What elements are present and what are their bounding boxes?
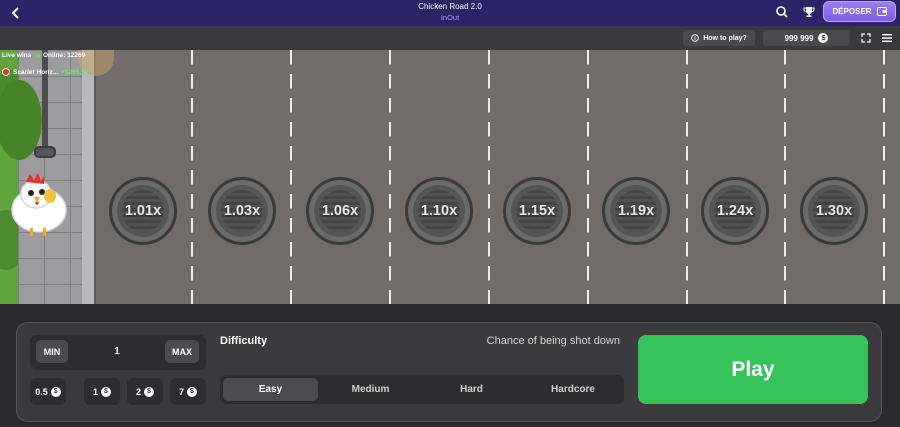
quick-bet-chip[interactable]: 2 $ [127, 378, 163, 405]
winner-name: Scarlet Horiz... [13, 68, 59, 76]
live-wins-label: Live wins [2, 52, 32, 59]
deposit-button[interactable]: DÉPOSER [823, 1, 896, 22]
deposit-label: DÉPOSER [832, 7, 872, 16]
multiplier-tile[interactable]: 1.19x [602, 177, 670, 245]
menu-button[interactable] [880, 31, 894, 45]
game-road: 1.01x 1.03x 1.06x 1.10x 1.15x 1.19x 1.24… [0, 50, 900, 304]
play-button[interactable]: Play [638, 335, 868, 404]
lane-divider [389, 50, 391, 304]
multiplier-value: 1.10x [420, 203, 458, 219]
curb [82, 50, 96, 304]
multiplier-value: 1.19x [617, 203, 655, 219]
dollar-coin-icon: $ [50, 386, 61, 397]
dollar-coin-icon: $ [101, 386, 111, 397]
how-to-play-label: How to play? [703, 34, 747, 42]
chicken-character [11, 173, 67, 236]
game-provider: InOut [440, 13, 460, 22]
multiplier-value: 1.03x [223, 203, 261, 219]
multiplier-value: 1.06x [321, 203, 359, 219]
fullscreen-button[interactable] [859, 31, 873, 45]
app-root: Chicken Road 2.0 InOut DÉPOSER How to pl… [0, 0, 900, 427]
quick-bet-chip[interactable]: 1 $ [84, 378, 120, 405]
balance-display: 999 999 $ [763, 30, 850, 46]
multiplier-tile[interactable]: 1.01x [109, 177, 177, 245]
trophy-icon [803, 7, 815, 17]
multiplier-value: 1.15x [518, 203, 556, 219]
online-count: Online: 12269 [36, 52, 85, 59]
lane-divider [488, 50, 490, 304]
dollar-coin-icon: $ [818, 33, 829, 43]
difficulty-medium[interactable]: Medium [323, 378, 418, 401]
multiplier-value: 1.24x [716, 203, 754, 219]
online-label: Online: 12269 [43, 52, 86, 59]
info-icon [691, 34, 699, 42]
bet-amount-input[interactable] [72, 340, 162, 363]
multiplier-tile[interactable]: 1.10x [405, 177, 473, 245]
dollar-coin-icon: $ [144, 386, 154, 397]
win-amount: +$265.10 [61, 68, 89, 76]
chip-value: 2 [135, 386, 141, 397]
chip-value: 7 [178, 386, 184, 397]
fullscreen-icon [861, 33, 871, 43]
lane-divider [883, 50, 885, 304]
difficulty-label: Difficulty [220, 335, 268, 347]
multiplier-tile[interactable]: 1.30x [800, 177, 868, 245]
lane-divider [290, 50, 292, 304]
hamburger-menu-icon [882, 34, 892, 42]
dollar-coin-icon: $ [187, 386, 197, 397]
chance-label: Chance of being shot down [486, 335, 620, 347]
search-icon [776, 6, 788, 18]
how-to-play-button[interactable]: How to play? [683, 30, 755, 46]
lane-divider [587, 50, 589, 304]
lane-divider [686, 50, 688, 304]
multiplier-value: 1.01x [124, 203, 162, 219]
lane-divider [191, 50, 193, 304]
multiplier-tile[interactable]: 1.15x [503, 177, 571, 245]
lamp-base [34, 146, 56, 158]
multiplier-tile[interactable]: 1.06x [306, 177, 374, 245]
multiplier-tile[interactable]: 1.03x [208, 177, 276, 245]
quick-bet-chip[interactable]: 7 $ [170, 378, 206, 405]
trophy-button[interactable] [801, 4, 817, 20]
live-win-entry: Scarlet Horiz... +$265.10 [2, 66, 96, 78]
online-dot-icon [36, 53, 40, 58]
user-avatar [2, 68, 10, 76]
quick-bet-chip[interactable]: 0.5 $ [30, 378, 66, 405]
lane-divider [784, 50, 786, 304]
top-bar: Chicken Road 2.0 InOut DÉPOSER [0, 0, 900, 26]
max-bet-button[interactable]: MAX [165, 340, 199, 363]
difficulty-hard[interactable]: Hard [424, 378, 519, 401]
difficulty-hardcore[interactable]: Hardcore [525, 378, 621, 401]
balance-value: 999 999 [784, 33, 814, 43]
multiplier-value: 1.30x [815, 203, 853, 219]
chip-value: 1 [92, 386, 98, 397]
search-button[interactable] [774, 4, 790, 20]
game-title: Chicken Road 2.0 [418, 2, 482, 11]
title-block: Chicken Road 2.0 InOut [0, 2, 900, 23]
difficulty-easy[interactable]: Easy [223, 378, 318, 401]
chip-value: 0.5 [35, 386, 48, 397]
multiplier-tile[interactable]: 1.24x [701, 177, 769, 245]
wallet-icon [876, 7, 887, 16]
min-bet-button[interactable]: MIN [36, 340, 68, 363]
